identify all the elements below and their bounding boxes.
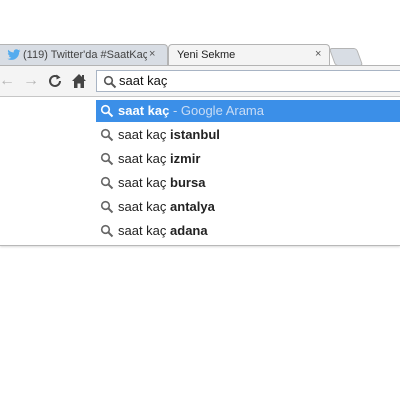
reload-icon[interactable]: [47, 73, 63, 89]
suggestion-completion: bursa: [170, 175, 206, 190]
browser-toolbar: ← → saat kaç: [0, 65, 400, 97]
tab-title: (119) Twitter'da #SaatKaç: [23, 49, 147, 61]
suggestion-item[interactable]: saat kaç bursa: [96, 172, 400, 194]
suggestion-completion: izmir: [170, 151, 201, 166]
suggestion-completion: adana: [170, 223, 208, 238]
tab-strip: (119) Twitter'da #SaatKaç × Yeni Sekme ×: [0, 0, 400, 66]
tab-close-icon[interactable]: ×: [149, 48, 155, 60]
search-icon: [103, 75, 117, 89]
suggestion-typed: saat kaç: [118, 103, 170, 118]
suggestion-typed: saat kaç: [118, 175, 171, 190]
address-bar[interactable]: saat kaç: [96, 70, 400, 92]
suggestion-completion: istanbul: [170, 127, 220, 142]
suggestion-hint: - Google Arama: [169, 103, 264, 118]
address-bar-text: saat kaç: [119, 73, 168, 88]
suggestion-item[interactable]: saat kaç izmir: [96, 148, 400, 170]
search-icon: [100, 104, 114, 118]
search-icon: [100, 152, 114, 166]
tab-close-icon[interactable]: ×: [315, 48, 321, 60]
search-icon: [100, 176, 114, 190]
tab-twitter[interactable]: (119) Twitter'da #SaatKaç ×: [0, 44, 168, 66]
search-icon: [100, 200, 114, 214]
twitter-bird-icon: [7, 49, 21, 60]
search-icon: [100, 224, 114, 238]
suggestion-item[interactable]: saat kaç antalya: [96, 196, 400, 218]
back-arrow-icon[interactable]: ←: [0, 72, 16, 90]
new-tab-button[interactable]: [328, 48, 364, 66]
forward-arrow-icon[interactable]: →: [22, 72, 40, 90]
home-icon[interactable]: [71, 73, 87, 89]
search-icon: [100, 128, 114, 142]
suggestion-typed: saat kaç: [118, 151, 171, 166]
suggestion-completion: antalya: [170, 199, 215, 214]
suggestion-typed: saat kaç: [118, 199, 171, 214]
autocomplete-dropdown: saat kaç - Google Arama saat kaç istanbu…: [0, 97, 400, 246]
suggestion-item[interactable]: saat kaç - Google Arama: [96, 100, 400, 122]
suggestion-item[interactable]: saat kaç adana: [96, 220, 400, 242]
tab-title: Yeni Sekme: [177, 49, 236, 61]
suggestion-typed: saat kaç: [118, 223, 171, 238]
suggestion-item[interactable]: saat kaç istanbul: [96, 124, 400, 146]
suggestion-typed: saat kaç: [118, 127, 171, 142]
tab-new-tab[interactable]: Yeni Sekme ×: [168, 44, 330, 66]
